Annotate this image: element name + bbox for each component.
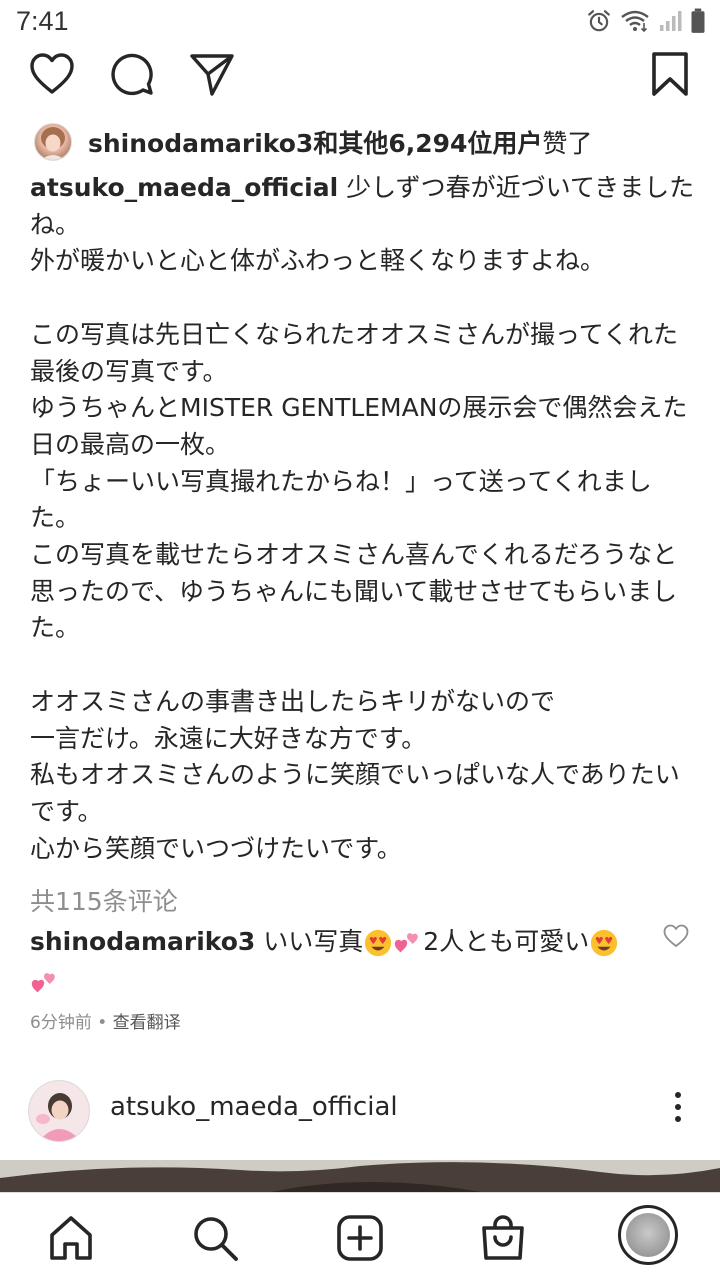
- comment-time: 6分钟前: [30, 1013, 92, 1033]
- more-dot: [675, 1116, 681, 1122]
- comment-username[interactable]: shinodamariko3: [30, 927, 255, 956]
- next-post-header: atsuko_maeda_official: [28, 1078, 698, 1142]
- heart-eyes-emoji-icon: [591, 929, 618, 957]
- comment-like-heart-icon[interactable]: [662, 922, 690, 950]
- shop-bag-icon[interactable]: [478, 1213, 528, 1263]
- search-icon[interactable]: [190, 1213, 240, 1263]
- profile-avatar-image: [626, 1213, 670, 1257]
- see-translation-link[interactable]: 查看翻译: [113, 1013, 181, 1033]
- post-author-avatar[interactable]: [28, 1080, 90, 1142]
- view-all-comments-link[interactable]: 共115条评论: [30, 882, 178, 918]
- liker-avatar-image: [41, 127, 65, 160]
- post-caption: atsuko_maeda_official 少しずつ春が近づいてきましたね。 外…: [30, 170, 698, 867]
- two-hearts-emoji-icon: [395, 933, 419, 953]
- profile-avatar[interactable]: [618, 1205, 678, 1265]
- wifi-icon: [621, 10, 649, 33]
- post-action-row: [0, 48, 720, 100]
- caption-text: 少しずつ春が近づいてきましたね。 外が暖かいと心と体がふわっと軽くなりますよね。…: [30, 173, 695, 863]
- comment-meta: 6分钟前 • 查看翻译: [30, 1008, 181, 1033]
- home-icon[interactable]: [46, 1213, 96, 1263]
- comment-text-part-1: いい写真: [255, 927, 364, 956]
- heart-eyes-emoji-icon: [365, 929, 392, 957]
- status-time: 7:41: [16, 6, 69, 36]
- post-author-username[interactable]: atsuko_maeda_official: [110, 1092, 398, 1122]
- status-icons: [586, 8, 706, 34]
- bottom-navigation: [0, 1192, 720, 1281]
- more-vertical-icon[interactable]: [672, 1092, 684, 1128]
- bookmark-icon[interactable]: [646, 50, 694, 98]
- signal-icon: [660, 11, 682, 31]
- comment-text-part-2: 2人とも可愛い: [423, 927, 590, 956]
- post-author-avatar-image: [29, 1081, 89, 1141]
- likes-summary[interactable]: shinodamariko3和其他6,294位用户赞了: [34, 120, 592, 164]
- liker-username[interactable]: shinodamariko3: [88, 129, 313, 158]
- comment-meta-separator: •: [91, 1013, 113, 1033]
- comment-item: shinodamariko3 いい写真 2人とも可愛い: [30, 922, 640, 1002]
- likes-text: shinodamariko3和其他6,294位用户赞了: [88, 124, 592, 160]
- liker-avatar[interactable]: [34, 123, 72, 161]
- paper-plane-icon[interactable]: [188, 50, 236, 98]
- likes-count[interactable]: 和其他6,294位用户: [313, 129, 542, 158]
- more-dot: [675, 1104, 681, 1110]
- likes-suffix: 赞了: [542, 129, 593, 158]
- caption-username[interactable]: atsuko_maeda_official: [30, 173, 338, 202]
- status-bar: 7:41: [0, 0, 720, 48]
- alarm-icon: [588, 10, 610, 32]
- new-post-icon[interactable]: [335, 1213, 385, 1263]
- battery-icon: [691, 8, 705, 33]
- comment-bubble-icon[interactable]: [108, 50, 156, 98]
- more-dot: [675, 1092, 681, 1098]
- two-hearts-emoji-icon: [31, 973, 55, 993]
- heart-outline-icon[interactable]: [28, 50, 76, 98]
